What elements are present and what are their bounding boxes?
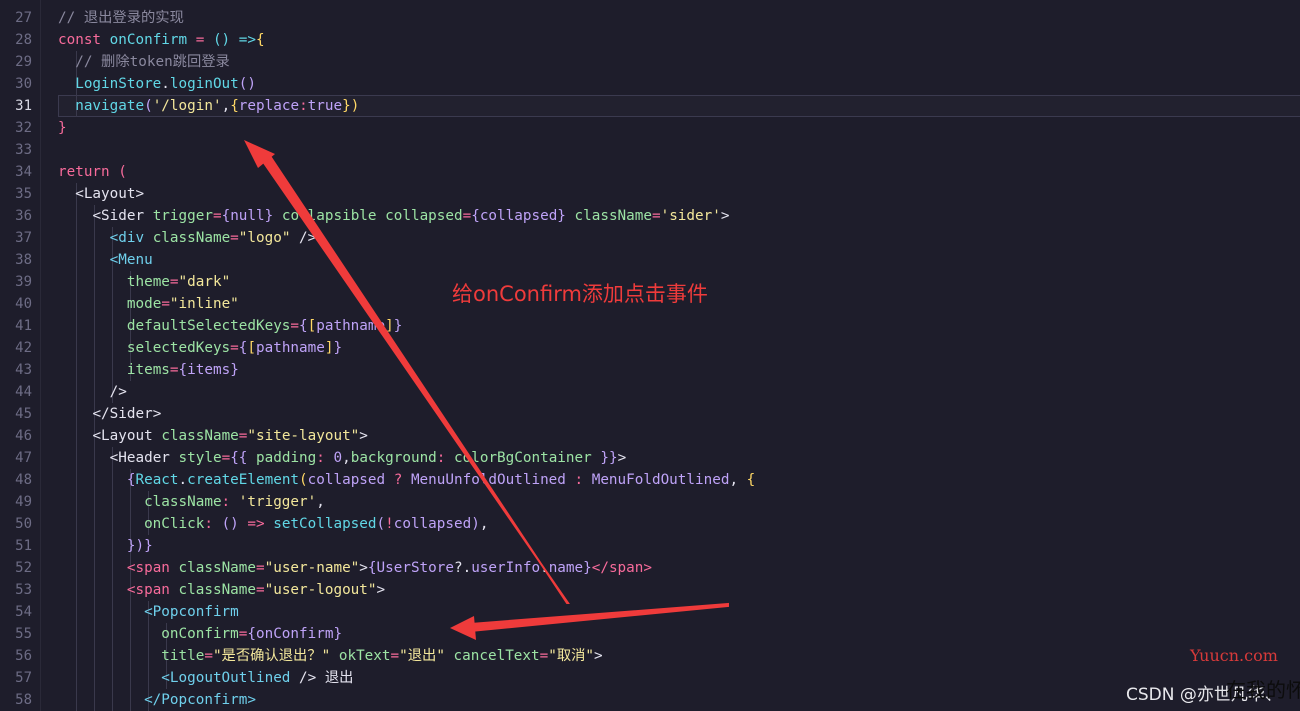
overlay-watermark: 在我的怀 xyxy=(1226,678,1300,702)
arrow-to-onconfirm-definition xyxy=(260,154,570,604)
yuucn-watermark: Yuucn.com xyxy=(1190,646,1278,665)
arrow-head-left xyxy=(450,616,476,640)
annotation-text: 给onConfirm添加点击事件 xyxy=(452,282,708,306)
annotation-arrows xyxy=(244,140,729,640)
arrow-to-onconfirm-prop xyxy=(469,602,729,633)
